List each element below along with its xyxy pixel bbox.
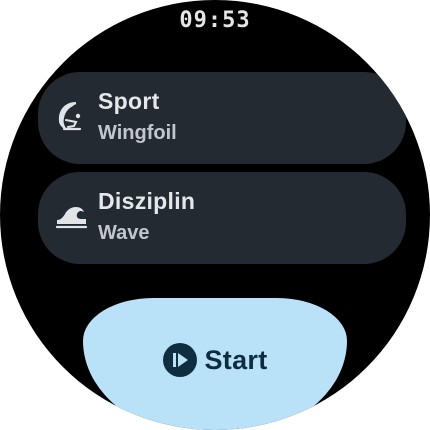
- disziplin-label: Disziplin: [98, 188, 196, 214]
- wave-icon: [54, 198, 88, 232]
- wingfoil-icon: [54, 98, 88, 132]
- sport-chip[interactable]: Sport Wingfoil: [38, 72, 406, 164]
- watch-screen: 09:53 Sport Wingfoil Disziplin Wave Star…: [0, 0, 430, 430]
- sport-value: Wingfoil: [98, 122, 177, 144]
- sport-label: Sport: [98, 88, 160, 114]
- start-button[interactable]: Start: [83, 298, 347, 430]
- play-circle-icon: [162, 342, 198, 378]
- start-label: Start: [204, 344, 268, 375]
- disziplin-value: Wave: [98, 222, 150, 244]
- status-time: 09:53: [179, 8, 251, 33]
- disziplin-chip[interactable]: Disziplin Wave: [38, 172, 406, 264]
